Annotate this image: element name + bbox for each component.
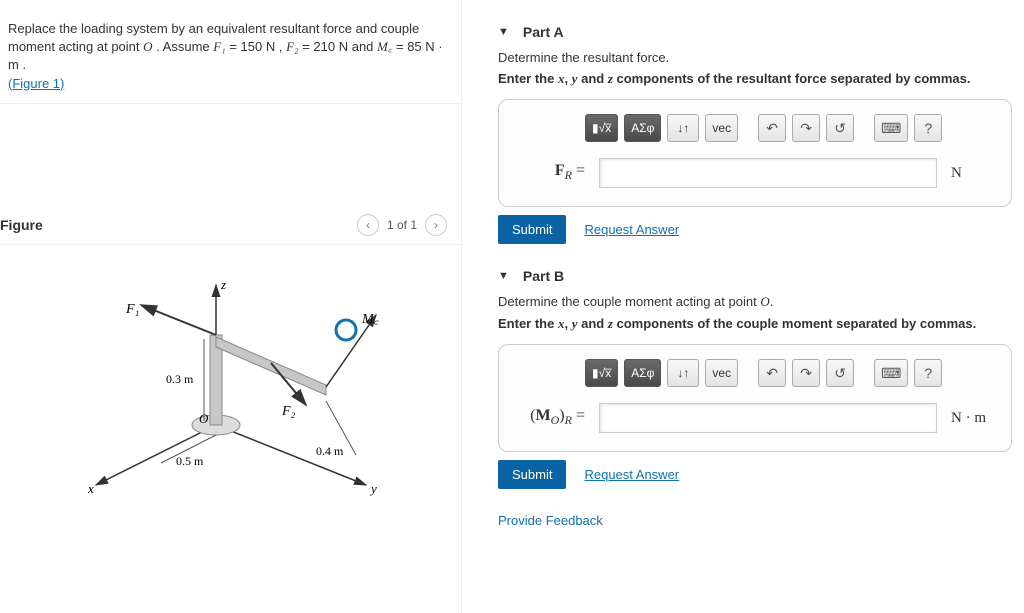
keyboard-button[interactable]: ⌨ bbox=[874, 359, 908, 387]
request-answer-b[interactable]: Request Answer bbox=[584, 467, 679, 482]
greek-button[interactable]: ΑΣφ bbox=[624, 359, 661, 387]
axis-z-label: z bbox=[220, 277, 226, 292]
help-button[interactable]: ? bbox=[914, 359, 942, 387]
greek-button[interactable]: ΑΣφ bbox=[624, 114, 661, 142]
redo-button[interactable]: ↷ bbox=[792, 114, 820, 142]
redo-button[interactable]: ↷ bbox=[792, 359, 820, 387]
subsup-button[interactable]: ↓↑ bbox=[667, 114, 699, 142]
answer-input-b[interactable] bbox=[599, 403, 937, 433]
part-b-desc: Determine the couple moment acting at po… bbox=[498, 294, 1012, 310]
lhs-b: (MO)R = bbox=[515, 407, 585, 428]
unit-a: N bbox=[951, 165, 995, 182]
request-answer-a[interactable]: Request Answer bbox=[584, 222, 679, 237]
reset-button[interactable]: ↺ bbox=[826, 114, 854, 142]
submit-button-b[interactable]: Submit bbox=[498, 460, 566, 489]
dim-04: 0.4 m bbox=[316, 444, 344, 458]
axis-x-label: x bbox=[87, 481, 94, 496]
templates-button[interactable]: ▮√x̅ bbox=[585, 359, 618, 387]
part-b-header[interactable]: ▼ Part B bbox=[498, 268, 1012, 284]
axis-y-label: y bbox=[369, 481, 377, 496]
answer-card-a: ▮√x̅ ΑΣφ ↓↑ vec ↶ ↷ ↺ ⌨ ? FR = N bbox=[498, 99, 1012, 207]
label-F2: F₂ bbox=[281, 404, 296, 419]
part-b-title: Part B bbox=[523, 268, 564, 284]
toolbar-b: ▮√x̅ ΑΣφ ↓↑ vec ↶ ↷ ↺ ⌨ ? bbox=[585, 359, 995, 387]
figure-image: z x y F₁ F₂ M꜀ O 0.3 m 0.5 m 0.4 m bbox=[0, 245, 461, 505]
answer-card-b: ▮√x̅ ΑΣφ ↓↑ vec ↶ ↷ ↺ ⌨ ? (MO)R = N · m bbox=[498, 344, 1012, 452]
figure-pager: ‹ 1 of 1 › bbox=[357, 214, 447, 236]
keyboard-button[interactable]: ⌨ bbox=[874, 114, 908, 142]
dim-05: 0.5 m bbox=[176, 454, 204, 468]
dim-03: 0.3 m bbox=[166, 372, 194, 386]
pager-label: 1 of 1 bbox=[387, 218, 417, 232]
label-F1: F₁ bbox=[125, 302, 139, 317]
next-figure-button[interactable]: › bbox=[425, 214, 447, 236]
part-a-header[interactable]: ▼ Part A bbox=[498, 24, 1012, 40]
figure-title: Figure bbox=[0, 217, 43, 233]
reset-button[interactable]: ↺ bbox=[826, 359, 854, 387]
vec-button[interactable]: vec bbox=[705, 114, 738, 142]
vec-button[interactable]: vec bbox=[705, 359, 738, 387]
label-Mc: M꜀ bbox=[361, 312, 379, 327]
answer-input-a[interactable] bbox=[599, 158, 937, 188]
part-a-instr: Enter the x, y and z components of the r… bbox=[498, 71, 1012, 87]
prev-figure-button[interactable]: ‹ bbox=[357, 214, 379, 236]
subsup-button[interactable]: ↓↑ bbox=[667, 359, 699, 387]
submit-button-a[interactable]: Submit bbox=[498, 215, 566, 244]
part-b-instr: Enter the x, y and z components of the c… bbox=[498, 316, 1012, 332]
provide-feedback-link[interactable]: Provide Feedback bbox=[498, 513, 1012, 528]
undo-button[interactable]: ↶ bbox=[758, 114, 786, 142]
part-a-title: Part A bbox=[523, 24, 564, 40]
caret-down-icon: ▼ bbox=[498, 26, 509, 38]
templates-button[interactable]: ▮√x̅ bbox=[585, 114, 618, 142]
help-button[interactable]: ? bbox=[914, 114, 942, 142]
point-O: O bbox=[143, 39, 152, 54]
caret-down-icon: ▼ bbox=[498, 270, 509, 282]
figure-link[interactable]: (Figure 1) bbox=[8, 76, 64, 91]
unit-b: N · m bbox=[951, 410, 995, 427]
part-a-desc: Determine the resultant force. bbox=[498, 50, 1012, 65]
lhs-a: FR = bbox=[515, 162, 585, 183]
undo-button[interactable]: ↶ bbox=[758, 359, 786, 387]
toolbar-a: ▮√x̅ ΑΣφ ↓↑ vec ↶ ↷ ↺ ⌨ ? bbox=[585, 114, 995, 142]
problem-statement: Replace the loading system by an equival… bbox=[0, 0, 461, 104]
